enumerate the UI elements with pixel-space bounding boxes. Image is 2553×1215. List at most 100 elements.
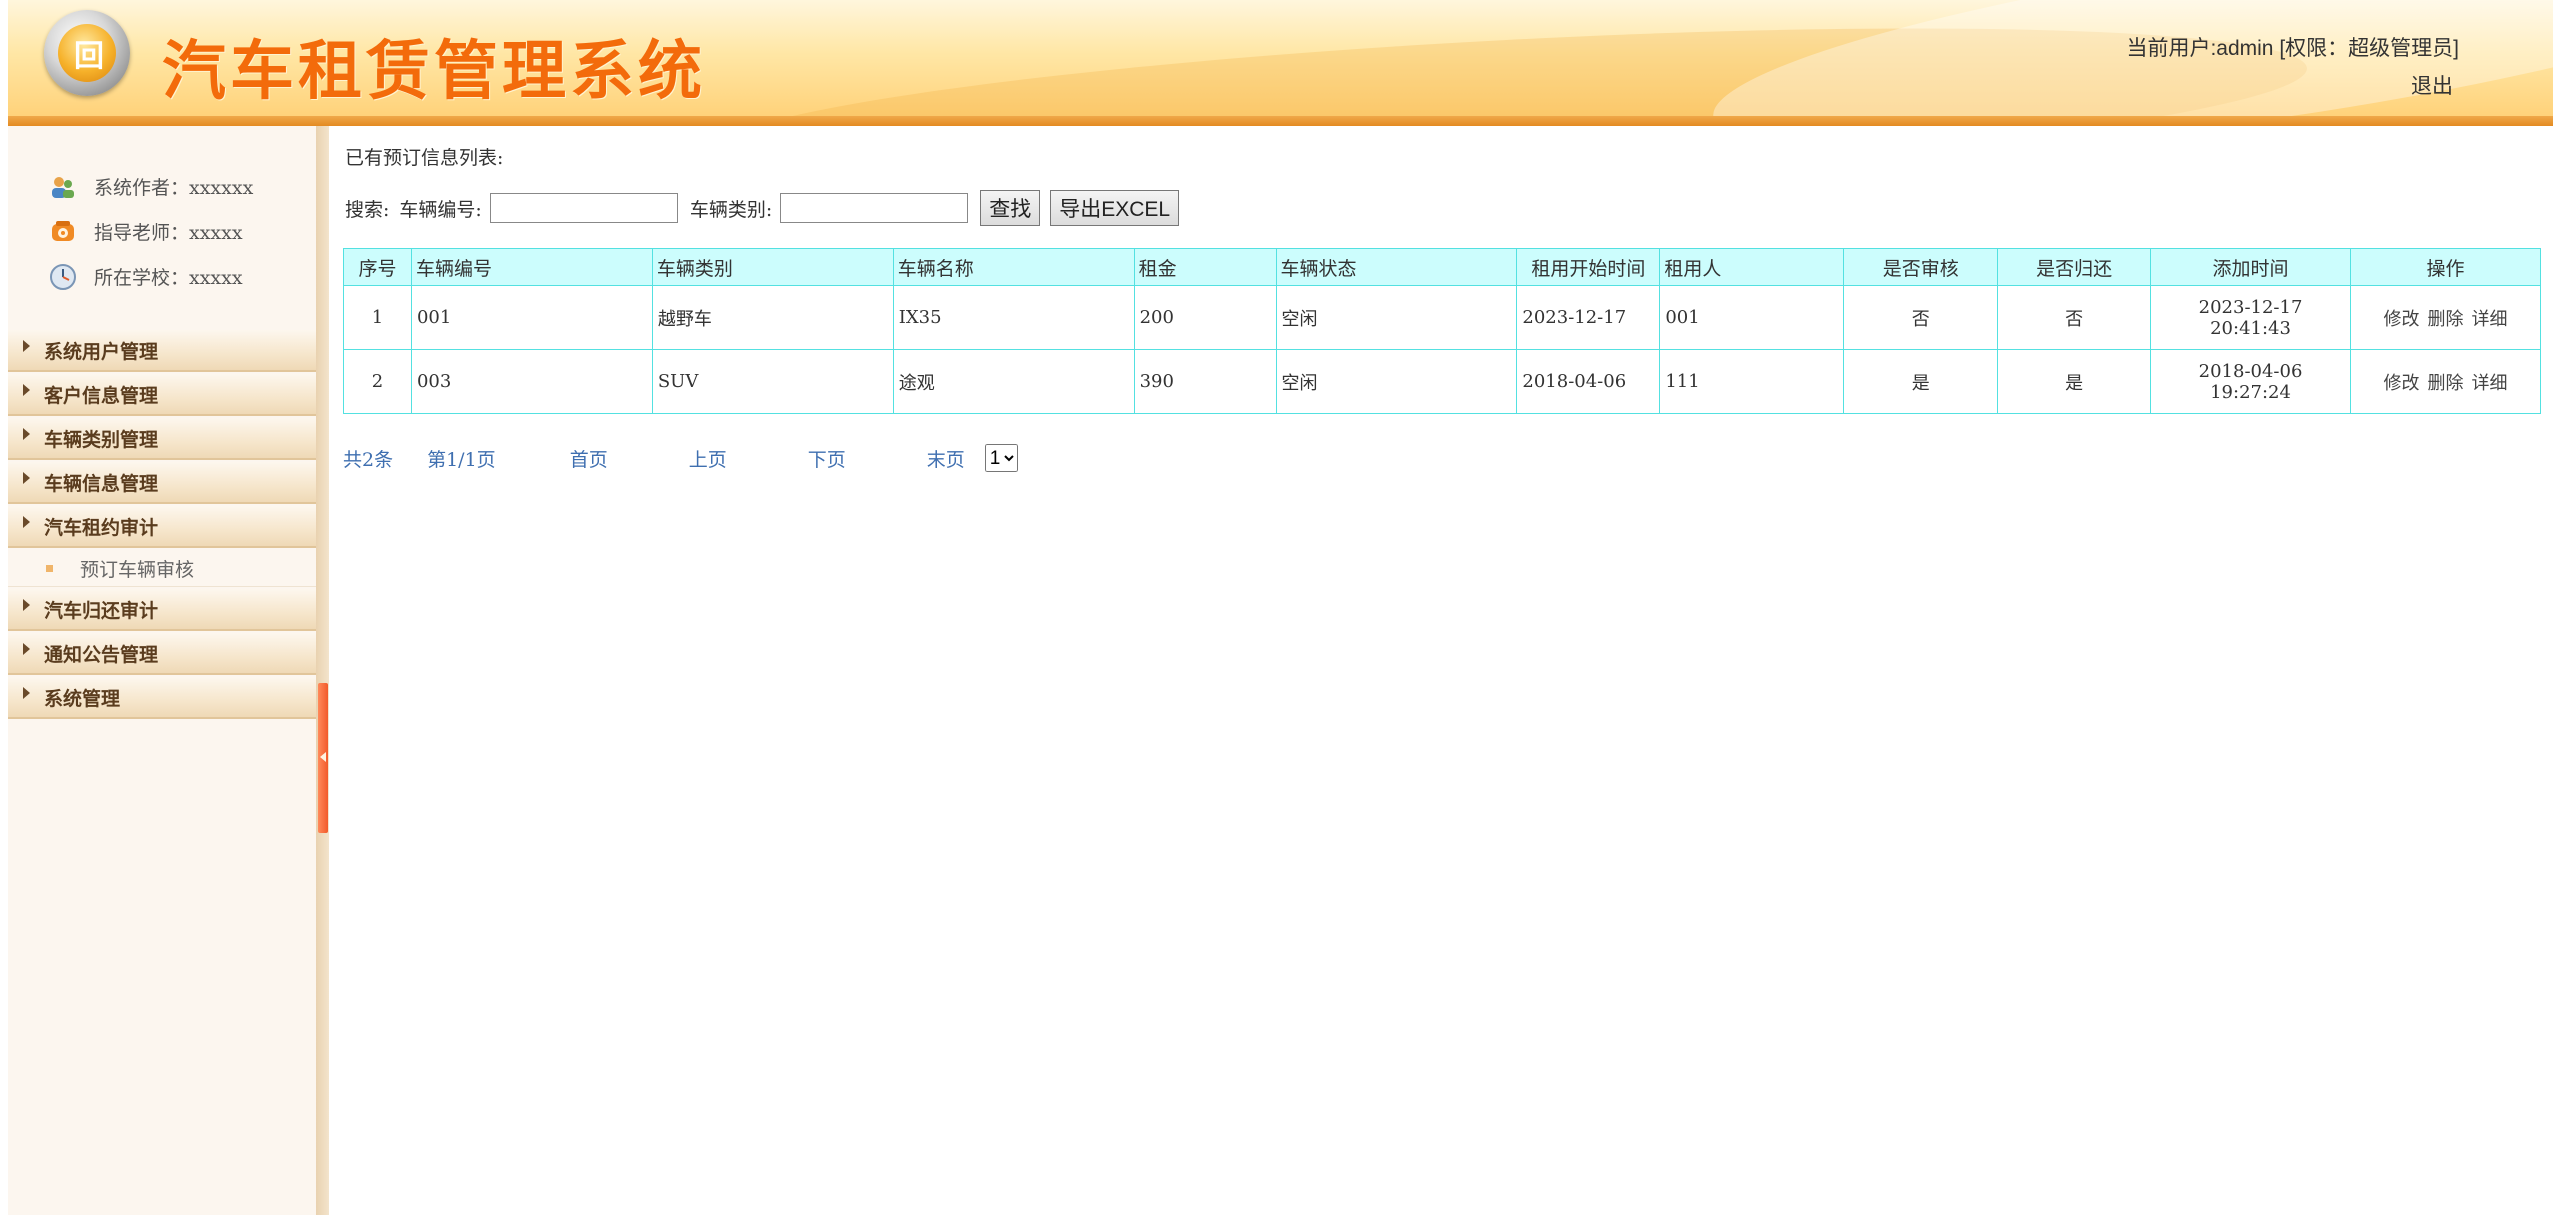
search-prefix-label: 搜索: [345,198,390,221]
cell-renter: 001 [1659,285,1845,350]
pagination: 共2条 第1/1页 首页 上页 下页 末页 1 [343,444,1018,472]
menu-vehicle-category-management[interactable]: 车辆类别管理 [8,418,316,460]
page-select[interactable]: 1 [984,444,1018,472]
edit-link[interactable]: 修改 [2384,373,2420,394]
header-bar [8,116,2553,126]
detail-link[interactable]: 详细 [2472,373,2508,394]
cell-car-name: IX35 [892,285,1135,350]
sidebar-menu: 系统用户管理 客户信息管理 车辆类别管理 车辆信息管理 汽车租约审计 预订车辆审… [8,330,316,721]
menu-user-management[interactable]: 系统用户管理 [8,330,316,372]
teacher-info: 指导老师：xxxxx [8,209,316,254]
submenu-booking-review[interactable]: 预订车辆审核 [8,550,316,587]
column-header: 是否审核 [1843,248,1999,286]
cell-audited: 是 [1843,349,1999,414]
cell-added-time: 2023-12-17 20:41:43 [2150,285,2351,350]
car-no-label: 车辆编号: [399,198,482,221]
logout-link[interactable]: 退出 [2411,70,2453,100]
column-header: 操作 [2350,248,2541,286]
sidebar-collapse-handle[interactable] [318,683,328,833]
cell-rent: 200 [1133,285,1277,350]
table-header-row: 序号 车辆编号 车辆类别 车辆名称 租金 车辆状态 租用开始时间 租用人 是否审… [343,248,2541,286]
submenu-label: 预订车辆审核 [80,558,195,581]
menu-rental-audit[interactable]: 汽车租约审计 [8,506,316,548]
cell-category: SUV [651,349,894,414]
next-page-link[interactable]: 下页 [808,445,846,472]
caret-right-icon [23,643,30,655]
cell-car-name: 途观 [892,349,1135,414]
last-page-link[interactable]: 末页 [927,445,965,472]
logo-glyph: 回 [74,39,104,74]
menu-customer-management[interactable]: 客户信息管理 [8,374,316,416]
users-icon [48,172,78,202]
column-header: 车辆类别 [651,248,894,286]
table-row: 2 003 SUV 途观 390 空闲 2018-04-06 111 是 是 2… [343,349,2541,414]
first-page-link[interactable]: 首页 [570,445,608,472]
edit-link[interactable]: 修改 [2384,309,2420,330]
caret-right-icon [23,687,30,699]
search-bar: 搜索: 车辆编号: 车辆类别: 查找 导出EXCEL [345,190,1189,226]
logo: 回 [44,10,130,96]
detail-link[interactable]: 详细 [2472,309,2508,330]
phone-icon [48,217,78,247]
delete-link[interactable]: 删除 [2428,373,2464,394]
column-header: 租金 [1133,248,1277,286]
collapse-arrow-icon [320,752,326,762]
menu-label: 汽车归还审计 [44,599,159,622]
menu-label: 客户信息管理 [44,384,159,407]
cell-added-time: 2018-04-06 19:27:24 [2150,349,2351,414]
added-date: 2018-04-06 [2198,360,2303,382]
export-excel-button[interactable]: 导出EXCEL [1050,190,1180,226]
column-header: 车辆状态 [1275,248,1518,286]
column-header: 添加时间 [2150,248,2351,286]
cell-audited: 否 [1843,285,1999,350]
total-count: 共2条 [343,448,394,471]
clock-icon [48,262,78,292]
car-category-label: 车辆类别: [689,198,773,221]
added-date: 2023-12-17 [2198,296,2303,318]
cell-index: 2 [343,349,412,414]
app-title: 汽车租赁管理系统 [162,34,706,109]
cell-status: 空闲 [1275,285,1518,350]
car-no-input[interactable] [489,193,678,223]
prev-page-link[interactable]: 上页 [689,445,727,472]
current-user-info: 当前用户:admin [权限：超级管理员] [2126,37,2459,60]
table-row: 1 001 越野车 IX35 200 空闲 2023-12-17 001 否 否… [343,285,2541,350]
author-info: 系统作者：xxxxxx [8,164,316,209]
column-header: 租用开始时间 [1516,248,1661,286]
caret-right-icon [23,516,30,528]
cell-returned: 是 [1997,349,2152,414]
caret-right-icon [23,384,30,396]
menu-label: 车辆类别管理 [44,428,159,451]
author-label: 系统作者：xxxxxx [94,177,254,199]
cell-rent: 390 [1133,349,1277,414]
column-header: 车辆名称 [892,248,1135,286]
booking-table: 序号 车辆编号 车辆类别 车辆名称 租金 车辆状态 租用开始时间 租用人 是否审… [343,248,2541,414]
delete-link[interactable]: 删除 [2428,309,2464,330]
logo-inner: 回 [58,24,116,82]
car-category-input[interactable] [780,193,969,223]
cell-start-date: 2023-12-17 [1516,285,1661,350]
cell-status: 空闲 [1275,349,1518,414]
caret-right-icon [23,340,30,352]
page-info: 第1/1页 [427,448,496,471]
sidebar-splitter [316,126,329,1215]
column-header: 序号 [343,248,412,286]
added-time: 19:27:24 [2210,381,2291,403]
cell-index: 1 [343,285,412,350]
column-header: 车辆编号 [410,248,653,286]
menu-notice-management[interactable]: 通知公告管理 [8,633,316,675]
bullet-icon [46,564,53,572]
menu-label: 系统管理 [44,687,121,710]
menu-system-management[interactable]: 系统管理 [8,677,316,719]
search-button[interactable]: 查找 [980,190,1041,226]
cell-renter: 111 [1659,349,1845,414]
caret-right-icon [23,428,30,440]
cell-car-no: 001 [410,285,653,350]
sidebar: 系统作者：xxxxxx 指导老师：xxxxx 所在学校：xxxxx 系统用户管理… [8,126,317,1215]
cell-actions: 修改 删除 详细 [2350,349,2541,414]
menu-label: 通知公告管理 [44,643,159,666]
menu-vehicle-info-management[interactable]: 车辆信息管理 [8,462,316,504]
menu-return-audit[interactable]: 汽车归还审计 [8,589,316,631]
cell-returned: 否 [1997,285,2152,350]
cell-actions: 修改 删除 详细 [2350,285,2541,350]
